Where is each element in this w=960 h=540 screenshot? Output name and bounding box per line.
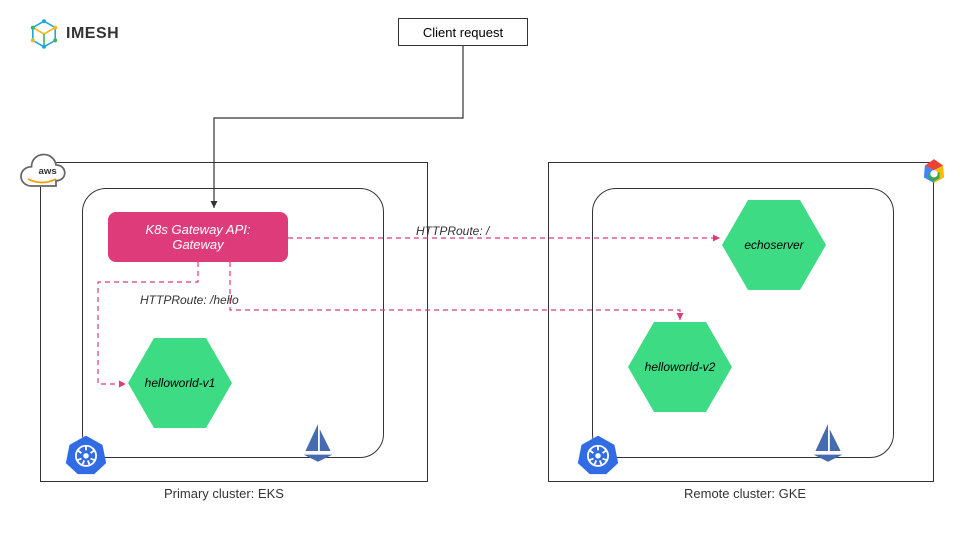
helloworld-v1-label: helloworld-v1 xyxy=(145,376,216,390)
imesh-logo: IMESH xyxy=(28,18,119,50)
imesh-cube-icon xyxy=(28,18,60,50)
svg-text:aws: aws xyxy=(39,166,57,177)
helloworld-v1-hexagon: helloworld-v1 xyxy=(128,338,232,428)
helloworld-v2-label: helloworld-v2 xyxy=(645,360,716,374)
remote-cluster-label: Remote cluster: GKE xyxy=(684,486,806,501)
client-request-box: Client request xyxy=(398,18,528,46)
httproute-hello-label: HTTPRoute: /hello xyxy=(140,293,239,307)
httproute-root-label: HTTPRoute: / xyxy=(416,224,489,238)
kubernetes-icon-remote xyxy=(576,432,620,476)
gateway-box: K8s Gateway API: Gateway xyxy=(108,212,288,262)
primary-cluster-label: Primary cluster: EKS xyxy=(164,486,284,501)
echoserver-label: echoserver xyxy=(744,238,803,252)
helloworld-v2-hexagon: helloworld-v2 xyxy=(628,322,732,412)
gateway-line1: K8s Gateway API: xyxy=(145,222,250,237)
imesh-logo-text: IMESH xyxy=(66,25,119,43)
gcp-icon xyxy=(906,152,960,192)
gateway-line2: Gateway xyxy=(172,237,223,252)
kubernetes-icon-primary xyxy=(64,432,108,476)
aws-icon: aws xyxy=(14,152,70,192)
client-request-label: Client request xyxy=(423,25,503,40)
echoserver-hexagon: echoserver xyxy=(722,200,826,290)
istio-icon-primary xyxy=(300,420,336,464)
istio-icon-remote xyxy=(810,420,846,464)
